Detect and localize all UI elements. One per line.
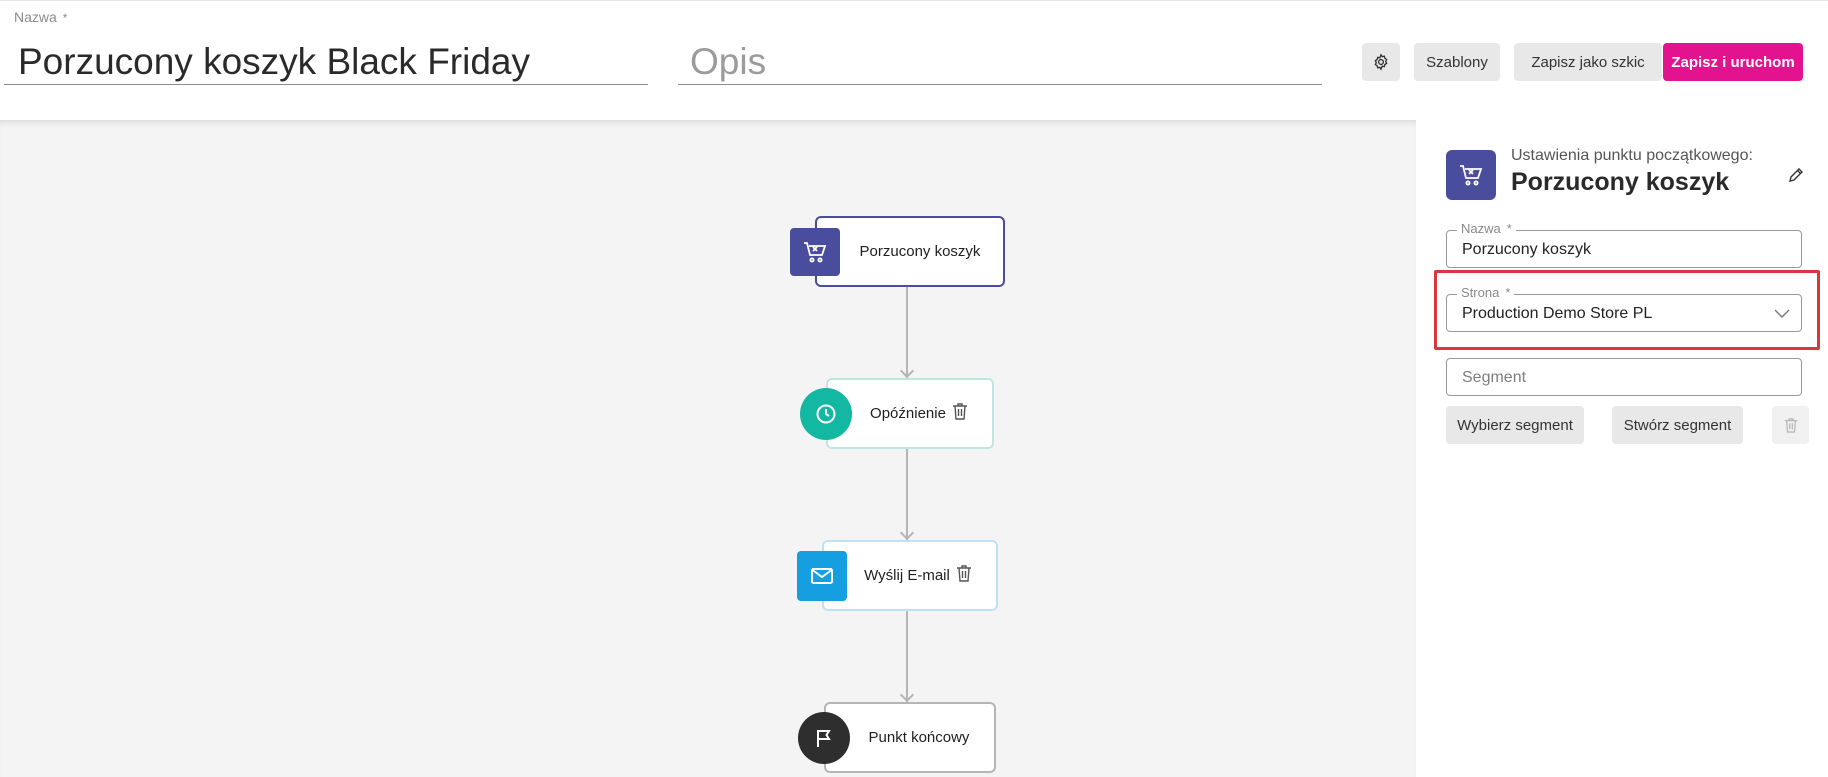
node-label: Wyślij E-mail bbox=[864, 567, 950, 584]
required-mark: * bbox=[62, 11, 68, 25]
campaign-name-input[interactable] bbox=[4, 31, 648, 85]
settings-button[interactable] bbox=[1362, 43, 1400, 81]
trash-icon bbox=[957, 565, 971, 582]
site-select[interactable]: Strona * Production Demo Store PL bbox=[1446, 285, 1802, 332]
node-settings-panel bbox=[1416, 120, 1828, 777]
clock-icon bbox=[800, 388, 852, 440]
panel-title: Porzucony koszyk bbox=[1511, 168, 1730, 196]
segment-input[interactable]: Segment bbox=[1446, 358, 1802, 396]
create-segment-button[interactable]: Stwórz segment bbox=[1612, 406, 1743, 444]
site-select-value: Production Demo Store PL bbox=[1462, 305, 1653, 322]
top-header: Nazwa* Szablony Zapisz jako szkic Zapisz… bbox=[0, 0, 1828, 120]
segment-placeholder: Segment bbox=[1462, 369, 1527, 386]
flow-node-start[interactable]: Porzucony koszyk bbox=[815, 216, 1005, 287]
save-draft-button[interactable]: Zapisz jako szkic bbox=[1514, 43, 1662, 81]
node-label: Opóźnienie bbox=[870, 405, 946, 422]
save-and-run-button[interactable]: Zapisz i uruchom bbox=[1663, 43, 1803, 81]
flag-icon bbox=[798, 712, 850, 764]
node-name-field[interactable]: Nazwa * Porzucony koszyk bbox=[1446, 221, 1802, 268]
name-field-label: Nazwa * bbox=[14, 9, 68, 25]
edit-title-button[interactable] bbox=[1786, 165, 1806, 185]
panel-subtitle: Ustawienia punktu początkowego: bbox=[1511, 147, 1753, 164]
delete-node-button[interactable] bbox=[951, 401, 969, 421]
trash-icon bbox=[953, 403, 967, 420]
delete-node-button[interactable] bbox=[955, 563, 973, 583]
node-label: Porzucony koszyk bbox=[859, 243, 981, 260]
abandoned-cart-icon bbox=[790, 228, 840, 276]
chevron-down-icon bbox=[1774, 309, 1790, 318]
description-input[interactable] bbox=[678, 31, 1322, 85]
site-select-label: Strona * bbox=[1457, 285, 1515, 300]
node-name-value: Porzucony koszyk bbox=[1462, 241, 1591, 258]
abandoned-cart-icon bbox=[1446, 150, 1496, 200]
node-name-label: Nazwa * bbox=[1457, 221, 1516, 236]
delete-segment-button[interactable] bbox=[1772, 406, 1809, 444]
choose-segment-button[interactable]: Wybierz segment bbox=[1446, 406, 1584, 444]
templates-button[interactable]: Szablony bbox=[1414, 43, 1500, 81]
flow-canvas[interactable] bbox=[0, 120, 1416, 777]
gear-icon bbox=[1374, 53, 1388, 71]
trash-icon bbox=[1784, 418, 1797, 433]
envelope-icon bbox=[797, 551, 847, 601]
pencil-icon bbox=[1789, 168, 1803, 182]
node-label: Punkt końcowy bbox=[868, 729, 970, 746]
